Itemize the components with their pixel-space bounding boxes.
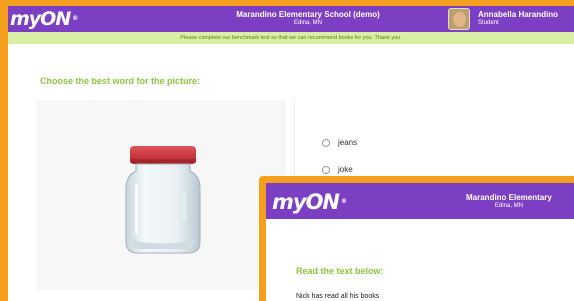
answer-option-1[interactable]: jeans bbox=[322, 138, 357, 147]
jar-icon bbox=[125, 146, 201, 254]
logo-text: myON bbox=[272, 190, 340, 214]
radio-button[interactable] bbox=[322, 165, 330, 174]
second-prompt: Read the text below: bbox=[296, 266, 384, 276]
second-window: myON ® Marandino Elementary Edina, MN bbox=[266, 183, 574, 301]
school-location: Edina, MN bbox=[293, 20, 322, 26]
user-role: Student bbox=[478, 20, 499, 26]
second-header: myON ® Marandino Elementary Edina, MN bbox=[266, 183, 574, 219]
second-school-info: Marandino Elementary Edina, MN bbox=[466, 193, 552, 210]
answer-label: joke bbox=[338, 165, 353, 174]
picture-card bbox=[36, 100, 286, 290]
school-name: Marandino Elementary School (demo) bbox=[236, 10, 380, 19]
avatar-face-icon bbox=[453, 12, 466, 27]
answer-label: jeans bbox=[338, 138, 358, 147]
user-info[interactable]: Annabella Harandino Student bbox=[478, 10, 558, 27]
second-school-name: Marandino Elementary bbox=[466, 193, 552, 202]
user-name: Annabella Harandino bbox=[478, 10, 559, 19]
second-school-location: Edina, MN bbox=[494, 203, 523, 209]
school-info: Marandino Elementary School (demo) Edina… bbox=[198, 10, 418, 27]
myon-logo[interactable]: myON ® bbox=[10, 7, 78, 31]
radio-button[interactable] bbox=[322, 138, 330, 147]
passage-text: Nick has read all his books bbox=[296, 293, 380, 300]
question-prompt: Choose the best word for the picture: bbox=[40, 76, 201, 86]
logo-registered-mark: ® bbox=[341, 198, 347, 205]
avatar[interactable] bbox=[448, 8, 470, 30]
top-header: myON ® Marandino Elementary School (demo)… bbox=[8, 6, 574, 32]
answer-option-2[interactable]: joke bbox=[322, 165, 353, 174]
logo-text: myON bbox=[10, 8, 71, 30]
logo-registered-mark: ® bbox=[72, 15, 78, 22]
benchmark-banner: Please complete our benchmark test so th… bbox=[8, 32, 574, 44]
myon-logo-secondary[interactable]: myON ® bbox=[272, 189, 347, 215]
